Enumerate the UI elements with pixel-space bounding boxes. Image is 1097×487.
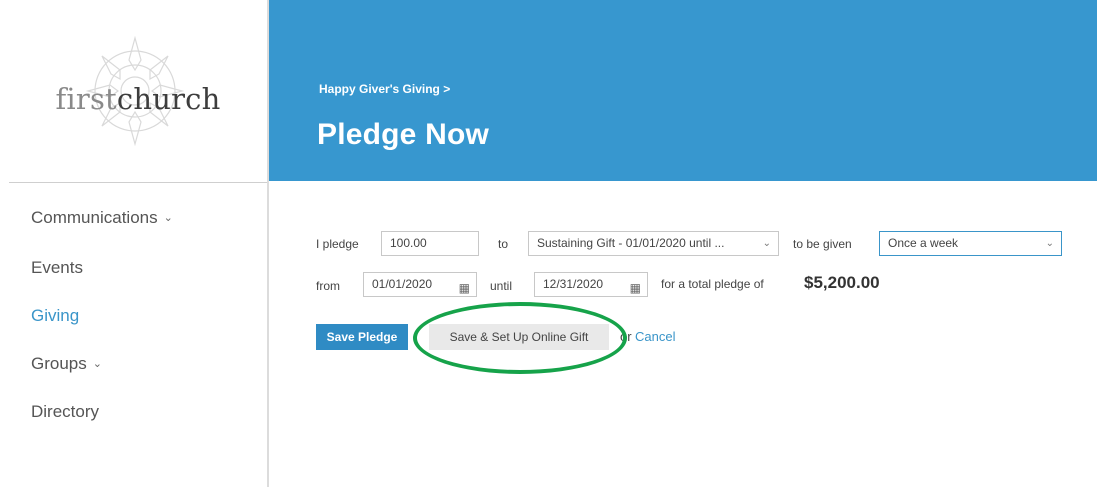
to-label: to xyxy=(498,237,509,251)
sidebar-item-giving[interactable]: Giving xyxy=(31,306,79,326)
sidebar-item-label: Groups xyxy=(31,354,87,373)
sidebar-item-label: Events xyxy=(31,258,83,277)
start-date-value: 01/01/2020 xyxy=(372,277,433,291)
sidebar: firstchurch Communications ⌄ Events Givin… xyxy=(9,0,269,487)
fund-select-value: Sustaining Gift - 01/01/2020 until ... xyxy=(537,236,725,250)
logo-wordmark[interactable]: firstchurch xyxy=(9,82,267,116)
sidebar-item-events[interactable]: Events xyxy=(31,258,83,278)
sidebar-item-communications[interactable]: Communications ⌄ xyxy=(31,208,173,228)
page-title: Pledge Now xyxy=(317,118,490,151)
calendar-icon[interactable]: ▦ xyxy=(459,277,470,296)
chevron-down-icon: ⌄ xyxy=(92,358,102,370)
sidebar-item-label: Giving xyxy=(31,306,80,325)
sidebar-item-label: Communications xyxy=(31,208,158,227)
chevron-down-icon: ⌄ xyxy=(762,238,771,249)
until-label: until xyxy=(490,279,513,293)
start-date-input[interactable]: 01/01/2020 ▦ xyxy=(363,272,477,297)
sidebar-item-groups[interactable]: Groups ⌄ xyxy=(31,354,102,374)
pledge-form: I pledge 100.00 to Sustaining Gift - 01/… xyxy=(269,181,1097,487)
total-label: for a total pledge of xyxy=(661,277,764,291)
save-pledge-button[interactable]: Save Pledge xyxy=(316,324,408,350)
save-and-setup-online-gift-button[interactable]: Save & Set Up Online Gift xyxy=(429,324,609,350)
logo-text-church: church xyxy=(116,82,221,116)
breadcrumb[interactable]: Happy Giver's Giving > xyxy=(319,82,450,96)
end-date-value: 12/31/2020 xyxy=(543,277,604,291)
sidebar-item-directory[interactable]: Directory xyxy=(31,402,99,422)
fund-select[interactable]: Sustaining Gift - 01/01/2020 until ... ⌄ xyxy=(528,231,779,256)
page-header: Happy Giver's Giving > Pledge Now xyxy=(269,0,1097,181)
logo-text-first: first xyxy=(55,82,117,116)
or-text: or xyxy=(620,329,632,344)
pledge-label: I pledge xyxy=(316,237,359,251)
given-label: to be given xyxy=(793,237,852,251)
sidebar-item-label: Directory xyxy=(31,402,100,421)
logo-area: firstchurch xyxy=(9,0,267,183)
pledge-amount-input[interactable]: 100.00 xyxy=(381,231,479,256)
calendar-icon[interactable]: ▦ xyxy=(630,277,641,296)
total-pledge-amount: $5,200.00 xyxy=(804,273,880,292)
frequency-select[interactable]: Once a week ⌄ xyxy=(879,231,1062,256)
chevron-down-icon: ⌄ xyxy=(1045,238,1054,249)
from-label: from xyxy=(316,279,340,293)
cancel-link[interactable]: Cancel xyxy=(635,329,675,344)
pledge-amount-value: 100.00 xyxy=(390,236,427,250)
end-date-input[interactable]: 12/31/2020 ▦ xyxy=(534,272,648,297)
chevron-down-icon: ⌄ xyxy=(163,212,173,224)
frequency-select-value: Once a week xyxy=(888,236,959,250)
